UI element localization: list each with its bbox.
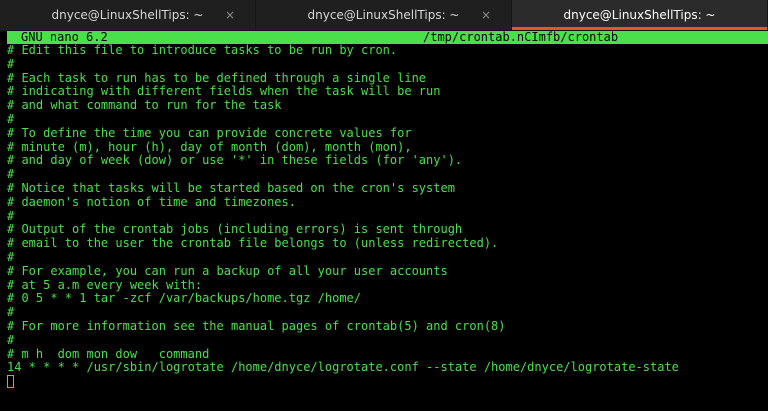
buffer-line: #	[7, 333, 15, 347]
buffer-line: #	[7, 57, 15, 71]
buffer-line: # at 5 a.m every week with:	[7, 278, 203, 292]
close-icon[interactable]: ×	[225, 7, 235, 23]
buffer-line: # 0 5 * * 1 tar -zcf /var/backups/home.t…	[7, 292, 362, 306]
buffer-line: # daemon's notion of time and timezones.	[7, 195, 296, 209]
buffer-line: #	[7, 168, 15, 182]
tab-bar: dnyce@LinuxShellTips: ~ × dnyce@LinuxShe…	[0, 0, 768, 31]
close-icon[interactable]: ×	[481, 7, 491, 23]
buffer-line: # email to the user the crontab file bel…	[7, 237, 499, 251]
buffer-line: # and what command to run for the task	[7, 99, 282, 113]
cursor-line	[7, 375, 768, 389]
tab-3-active[interactable]: dnyce@LinuxShellTips: ~	[512, 0, 768, 30]
buffer-line: # and day of week (dow) or use '*' in th…	[7, 154, 463, 168]
buffer-line: # m h dom mon dow command	[7, 347, 210, 361]
buffer-line: # For more information see the manual pa…	[7, 319, 506, 333]
tab-title: dnyce@LinuxShellTips: ~	[563, 8, 716, 22]
file-path: /tmp/crontab.nCImfb/crontab	[423, 30, 619, 44]
terminal-window: dnyce@LinuxShellTips: ~ × dnyce@LinuxShe…	[0, 0, 768, 411]
nano-version: GNU nano 6.2	[21, 30, 108, 44]
buffer-line: # To define the time you can provide con…	[7, 126, 412, 140]
text-cursor	[7, 375, 14, 389]
buffer-line: # Edit this file to introduce tasks to b…	[7, 44, 398, 57]
buffer-line: # minute (m), hour (h), day of month (do…	[7, 140, 412, 154]
tab-title: dnyce@LinuxShellTips: ~	[307, 8, 460, 22]
buffer-line: # Output of the crontab jobs (including …	[7, 223, 463, 237]
buffer-line: #	[7, 306, 15, 320]
buffer-line: #	[7, 209, 15, 223]
editor-buffer[interactable]: # Edit this file to introduce tasks to b…	[7, 44, 768, 389]
buffer-line: # Notice that tasks will be started base…	[7, 181, 455, 195]
buffer-line: #	[7, 250, 15, 264]
buffer-line: # Each task to run has to be defined thr…	[7, 71, 427, 85]
nano-title-bar: GNU nano 6.2 /tmp/crontab.nCImfb/crontab	[7, 31, 768, 44]
buffer-line: # indicating with different fields when …	[7, 85, 441, 99]
buffer-line: # For example, you can run a backup of a…	[7, 264, 448, 278]
tab-2[interactable]: dnyce@LinuxShellTips: ~ ×	[256, 0, 512, 30]
tab-title: dnyce@LinuxShellTips: ~	[51, 8, 204, 22]
tab-1[interactable]: dnyce@LinuxShellTips: ~ ×	[0, 0, 256, 30]
terminal-area[interactable]: GNU nano 6.2 /tmp/crontab.nCImfb/crontab…	[0, 31, 768, 411]
buffer-line: #	[7, 112, 15, 126]
cron-entry-line: 14 * * * * /usr/sbin/logrotate /home/dny…	[7, 361, 679, 375]
